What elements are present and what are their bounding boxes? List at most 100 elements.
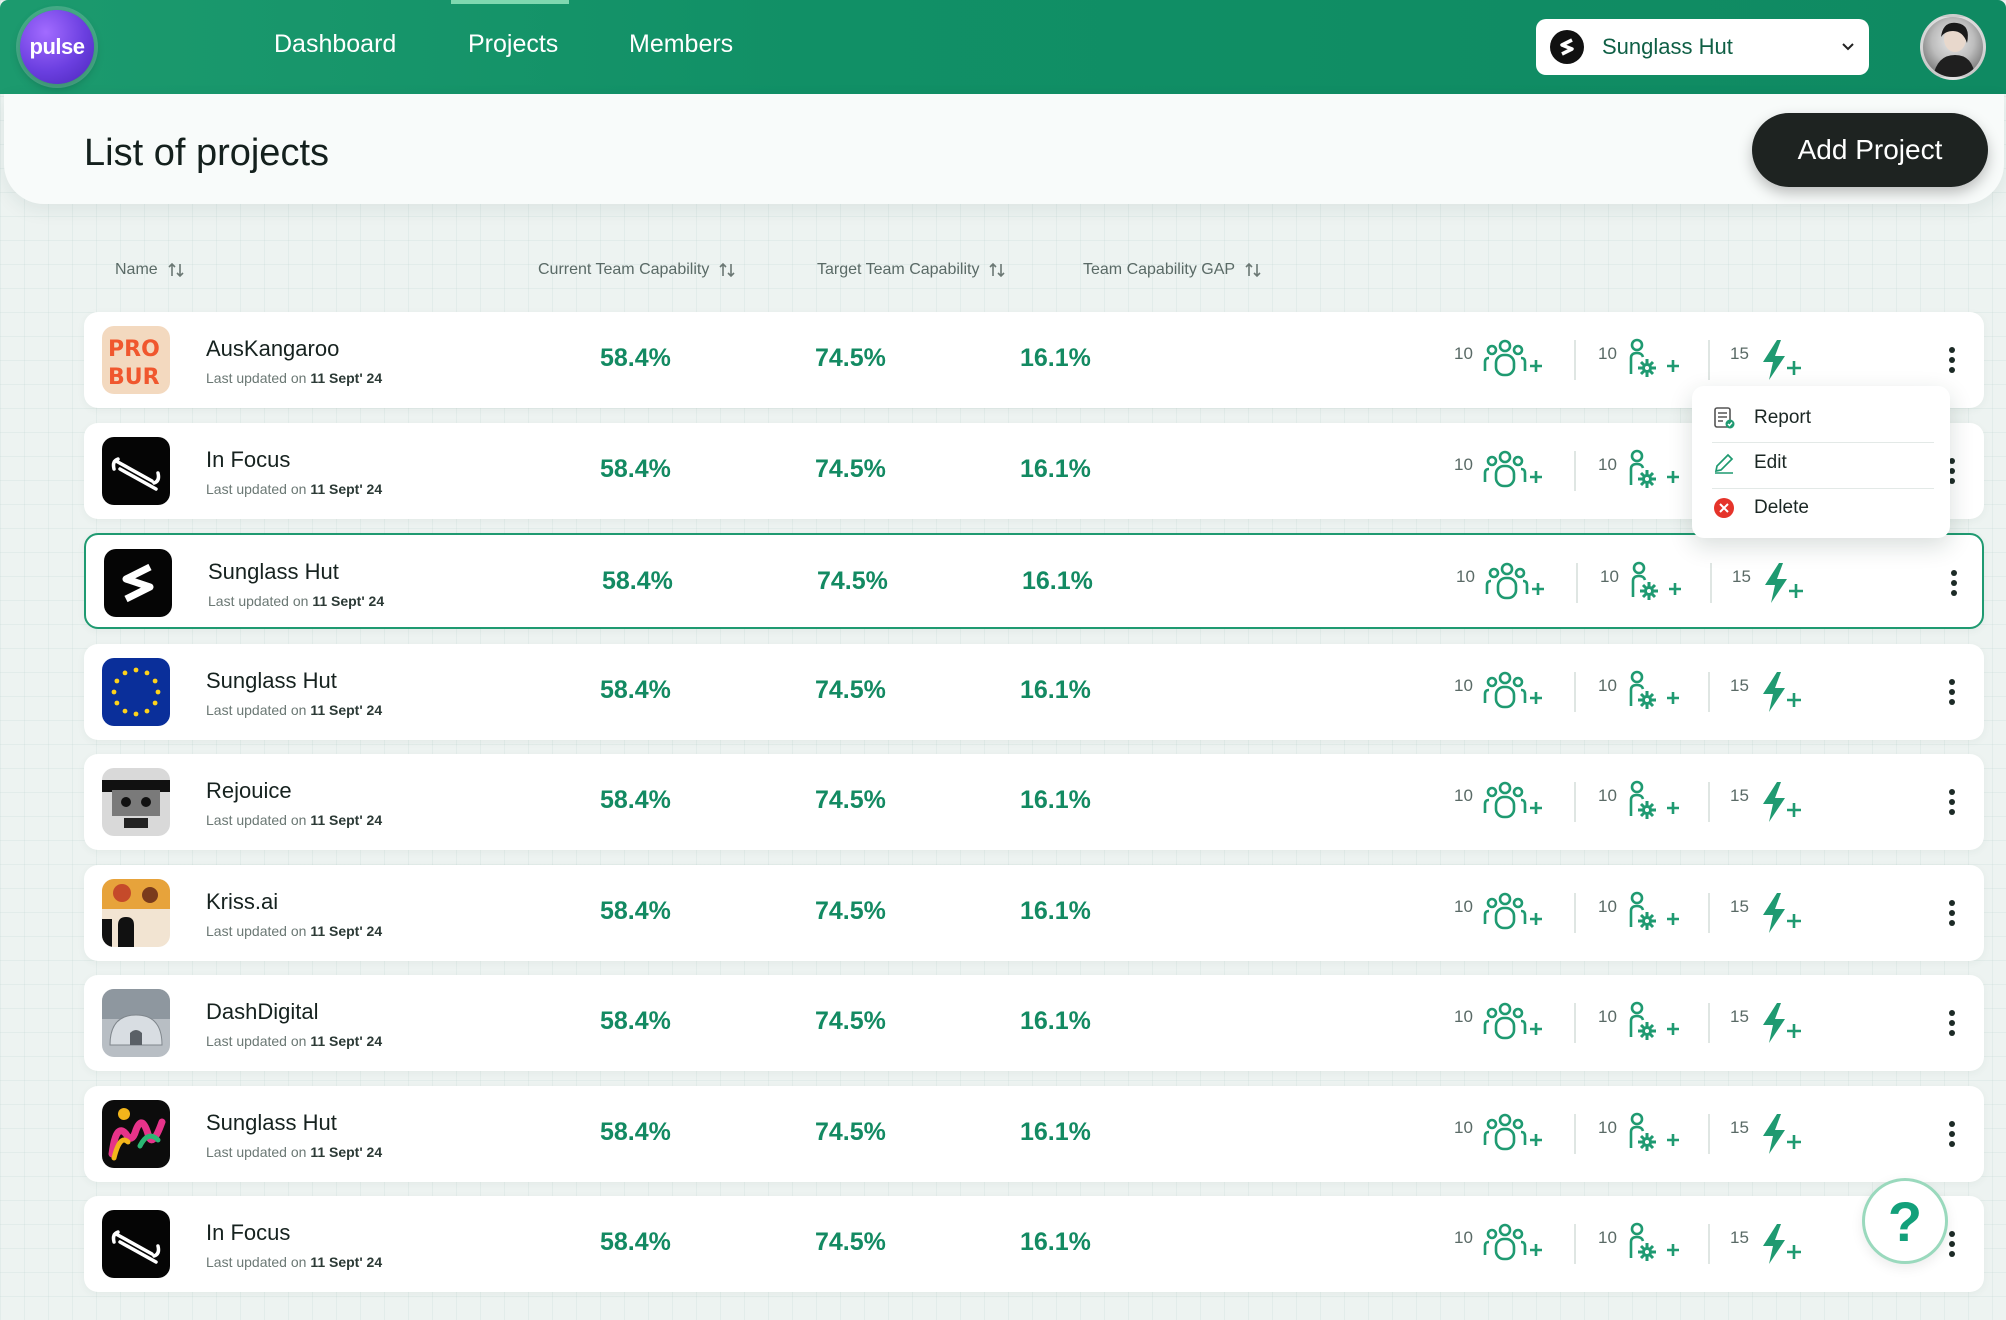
skills-stat[interactable]: 10 xyxy=(1598,338,1683,382)
menu-item-report[interactable]: Report xyxy=(1704,396,1938,440)
more-options-icon[interactable] xyxy=(1948,565,1960,601)
column-header-current[interactable]: Current Team Capability xyxy=(538,260,737,280)
capability-gap-value: 16.1% xyxy=(1020,1007,1091,1035)
more-options-icon[interactable] xyxy=(1946,1116,1958,1152)
members-stat[interactable]: 10 xyxy=(1454,891,1545,935)
nav-members[interactable]: Members xyxy=(629,30,733,59)
chevron-down-icon xyxy=(1842,43,1854,51)
organization-select[interactable]: Sunglass Hut xyxy=(1536,19,1869,75)
members-stat[interactable]: 10 xyxy=(1454,1001,1545,1045)
skills-stat[interactable]: 10 xyxy=(1600,561,1685,605)
project-row[interactable]: DashDigital Last updated on 11 Sept' 24 … xyxy=(84,975,1984,1071)
add-project-button[interactable]: Add Project xyxy=(1752,113,1988,187)
updated-prefix: Last updated on xyxy=(206,701,307,718)
members-stat[interactable]: 10 xyxy=(1454,1112,1545,1156)
energy-stat[interactable]: 15 xyxy=(1730,1112,1807,1156)
column-header-name-label: Name xyxy=(115,261,158,278)
updated-date: 11 Sept' 24 xyxy=(310,480,383,497)
skills-stat[interactable]: 10 xyxy=(1598,891,1683,935)
lightning-add-icon xyxy=(1762,671,1801,712)
team-members-add-icon xyxy=(1483,450,1542,487)
project-row[interactable]: In Focus Last updated on 11 Sept' 24 58.… xyxy=(84,1196,1984,1292)
team-members-add-icon xyxy=(1483,1223,1542,1261)
skills-stat[interactable]: 10 xyxy=(1598,1001,1683,1045)
stat-divider xyxy=(1576,563,1578,603)
members-stat[interactable]: 10 xyxy=(1454,780,1545,824)
project-name: Sunglass Hut xyxy=(206,1109,337,1135)
stat-divider xyxy=(1574,340,1576,380)
project-updated: Last updated on 11 Sept' 24 xyxy=(206,1033,382,1049)
column-header-gap[interactable]: Team Capability GAP xyxy=(1083,260,1263,280)
target-capability-value: 74.5% xyxy=(815,1007,886,1035)
project-row[interactable]: Kriss.ai Last updated on 11 Sept' 24 58.… xyxy=(84,864,1984,961)
current-capability-value: 58.4% xyxy=(600,454,671,483)
menu-item-edit[interactable]: Edit xyxy=(1704,441,1938,485)
nav-dashboard[interactable]: Dashboard xyxy=(274,30,396,59)
skills-add-icon xyxy=(1629,449,1679,488)
members-stat[interactable]: 10 xyxy=(1456,561,1547,605)
column-header-name[interactable]: Name xyxy=(115,260,186,280)
user-avatar[interactable] xyxy=(1920,14,1986,80)
skills-stat[interactable]: 10 xyxy=(1598,670,1683,714)
report-icon xyxy=(1714,407,1735,429)
column-header-target[interactable]: Target Team Capability xyxy=(817,260,1007,280)
energy-stat[interactable]: 15 xyxy=(1730,670,1807,714)
project-row[interactable]: Sunglass Hut Last updated on 11 Sept' 24… xyxy=(84,533,1984,629)
project-name: In Focus xyxy=(206,446,291,472)
energy-stat[interactable]: 15 xyxy=(1730,891,1807,935)
project-row[interactable]: Sunglass Hut Last updated on 11 Sept' 24… xyxy=(84,643,1984,740)
members-count: 10 xyxy=(1454,675,1473,695)
skills-add-icon xyxy=(1629,338,1679,377)
more-options-icon[interactable] xyxy=(1946,1005,1958,1041)
energy-stat[interactable]: 15 xyxy=(1730,1001,1807,1045)
capability-gap-value: 16.1% xyxy=(1022,567,1093,595)
current-capability-value: 58.4% xyxy=(600,896,671,925)
energy-stat[interactable]: 15 xyxy=(1730,1222,1807,1266)
stat-divider xyxy=(1710,563,1712,603)
project-row[interactable]: Rejouice Last updated on 11 Sept' 24 58.… xyxy=(84,754,1984,850)
organization-name: Sunglass Hut xyxy=(1602,34,1733,59)
energy-stat[interactable]: 15 xyxy=(1730,338,1807,382)
more-options-icon[interactable] xyxy=(1946,1226,1958,1262)
more-options-icon[interactable] xyxy=(1946,784,1958,820)
members-stat[interactable]: 10 xyxy=(1454,338,1545,382)
nav-projects[interactable]: Projects xyxy=(468,30,558,59)
members-stat[interactable]: 10 xyxy=(1454,449,1545,493)
updated-date: 11 Sept' 24 xyxy=(310,812,383,828)
capability-gap-value: 16.1% xyxy=(1020,786,1091,814)
members-stat[interactable]: 10 xyxy=(1454,1222,1545,1266)
members-count: 10 xyxy=(1454,1228,1473,1247)
members-count: 10 xyxy=(1456,567,1475,586)
members-stat[interactable]: 10 xyxy=(1454,670,1545,714)
column-header-gap-label: Team Capability GAP xyxy=(1083,261,1236,278)
sort-icon xyxy=(719,262,735,278)
skills-stat[interactable]: 10 xyxy=(1598,1222,1683,1266)
more-options-icon[interactable] xyxy=(1946,342,1958,378)
menu-item-delete[interactable]: Delete xyxy=(1704,486,1938,530)
members-count: 10 xyxy=(1454,344,1473,363)
skills-count: 10 xyxy=(1598,454,1617,474)
more-options-icon[interactable] xyxy=(1946,674,1958,710)
stat-divider xyxy=(1574,671,1576,712)
more-options-icon[interactable] xyxy=(1946,895,1958,931)
stat-divider xyxy=(1708,1224,1710,1264)
energy-stat[interactable]: 15 xyxy=(1730,780,1807,824)
skills-count: 10 xyxy=(1598,1228,1617,1247)
project-row[interactable]: Sunglass Hut Last updated on 11 Sept' 24… xyxy=(84,1085,1984,1182)
project-updated: Last updated on 11 Sept' 24 xyxy=(206,812,382,828)
row-actions-menu: Report Edit Delete xyxy=(1692,386,1950,538)
skills-stat[interactable]: 10 xyxy=(1598,449,1683,493)
skills-stat[interactable]: 10 xyxy=(1598,780,1683,824)
help-button[interactable]: ? xyxy=(1862,1178,1948,1264)
app-logo[interactable]: pulse xyxy=(20,10,94,84)
capability-gap-value: 16.1% xyxy=(1020,1117,1091,1146)
updated-date: 11 Sept' 24 xyxy=(312,593,385,609)
skills-add-icon xyxy=(1629,1222,1679,1261)
project-name: AusKangaroo xyxy=(206,336,340,361)
energy-stat[interactable]: 15 xyxy=(1732,561,1809,605)
skills-count: 10 xyxy=(1598,344,1617,363)
stat-divider xyxy=(1574,1224,1576,1264)
skills-stat[interactable]: 10 xyxy=(1598,1112,1683,1156)
team-members-add-icon xyxy=(1483,671,1542,708)
menu-item-report-label: Report xyxy=(1754,407,1812,428)
